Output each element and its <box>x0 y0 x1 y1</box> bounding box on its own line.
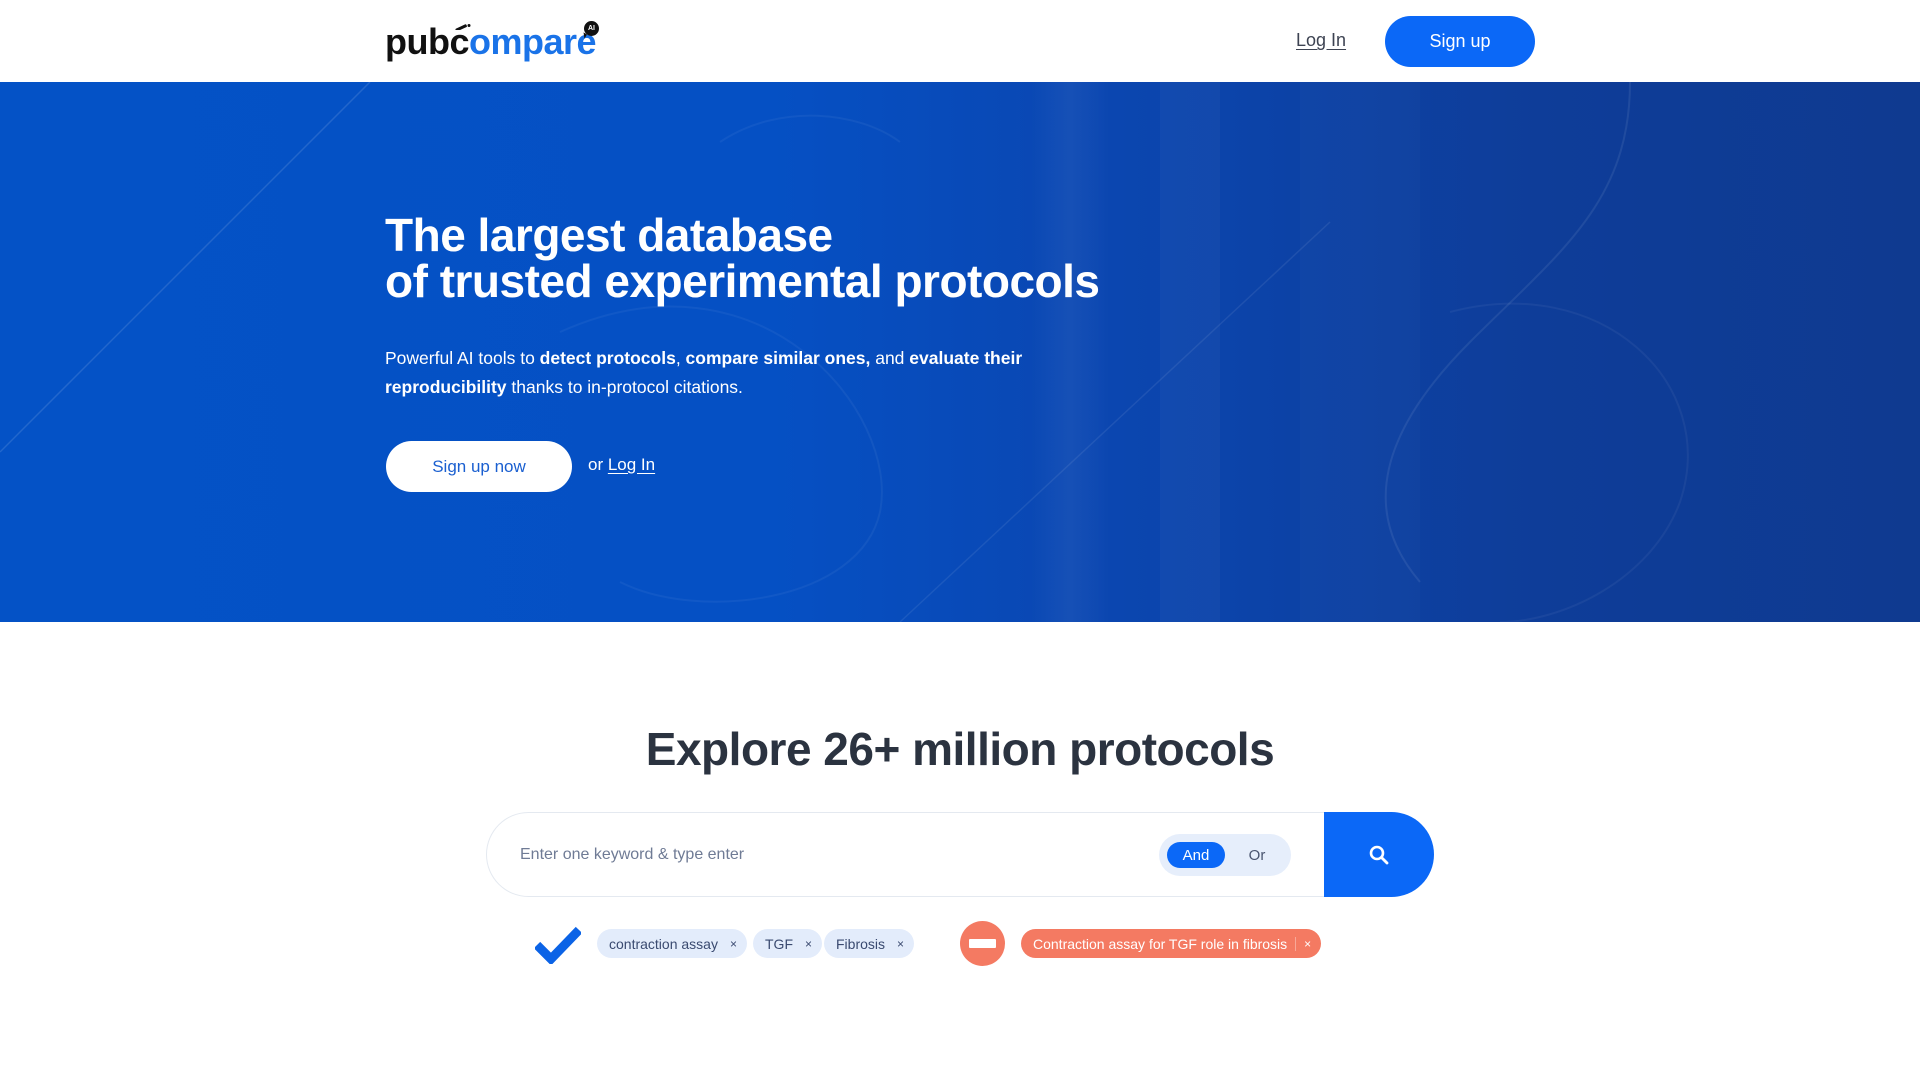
search-button[interactable] <box>1324 812 1434 897</box>
header-login-link[interactable]: Log In <box>1296 30 1346 51</box>
chip-remove-icon[interactable]: × <box>1295 936 1311 951</box>
site-header: pubc ompare AI Log In Sign up <box>0 0 1920 82</box>
example-keyword-chip: Fibrosis × <box>824 929 915 958</box>
hero-signup-now-button[interactable]: Sign up now <box>386 441 572 492</box>
hero-title-line-2: of trusted experimental protocols <box>385 255 1100 307</box>
logo-text-compare: ompare <box>469 21 597 62</box>
search-box: And Or <box>486 812 1346 897</box>
example-keyword-chip: TGF × <box>753 929 823 958</box>
hero-or-text: or <box>588 455 608 474</box>
explore-title: Explore 26+ million protocols <box>645 723 1275 775</box>
hero-or-login: or Log In <box>588 455 655 475</box>
chip-label: Fibrosis <box>836 935 886 952</box>
chip-label: Contraction assay for TGF role in fibros… <box>1033 935 1288 952</box>
hero-title-line-1: The largest database <box>385 209 833 261</box>
header-signup-button[interactable]: Sign up <box>1385 16 1535 67</box>
logo-text-c: c <box>449 22 471 62</box>
keyword-search-input[interactable] <box>520 841 1120 869</box>
chip-label: contraction assay <box>609 935 718 952</box>
pubcompare-logo[interactable]: pubc ompare AI <box>385 18 599 62</box>
chip-remove-icon[interactable]: × <box>730 937 737 951</box>
pipette-icon <box>455 24 471 30</box>
logo-text-pub: pub <box>385 21 450 62</box>
minus-circle-icon <box>960 921 1005 966</box>
protocol-search-bar: And Or <box>486 812 1434 897</box>
chip-label: TGF <box>765 935 793 952</box>
search-icon <box>1369 845 1389 864</box>
hero-title: The largest database of trusted experime… <box>385 212 1100 304</box>
and-or-toggle[interactable]: And Or <box>1159 834 1291 876</box>
hero-login-link[interactable]: Log In <box>608 455 655 474</box>
example-keyword-chip: contraction assay × <box>597 929 747 958</box>
chip-remove-icon[interactable]: × <box>897 937 904 951</box>
checkmark-icon <box>535 926 581 964</box>
hero-subtitle: Powerful AI tools to detect protocols, c… <box>385 348 1023 397</box>
hero-section: The largest database of trusted experime… <box>0 82 1920 622</box>
ai-badge: AI <box>584 21 599 36</box>
toggle-option-or[interactable]: Or <box>1235 842 1279 868</box>
toggle-option-and[interactable]: And <box>1167 842 1225 868</box>
bad-example-chip: Contraction assay for TGF role in fibros… <box>1021 929 1322 958</box>
chip-remove-icon[interactable]: × <box>805 937 812 951</box>
